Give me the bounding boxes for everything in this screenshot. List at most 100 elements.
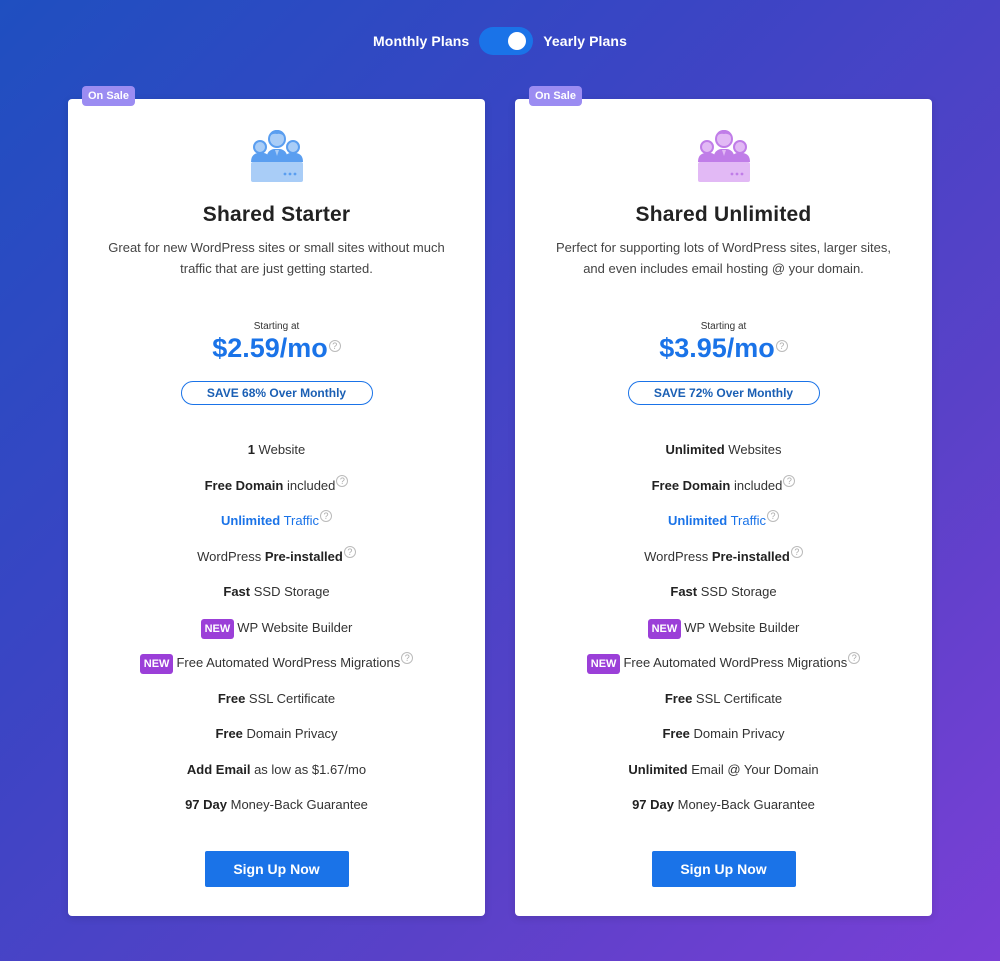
plan-toggle-row: Monthly Plans Yearly Plans xyxy=(0,27,1000,55)
feature-item: 97 Day Money-Back Guarantee xyxy=(68,793,485,829)
feature-item: NEW Free Automated WordPress Migrations? xyxy=(515,651,932,687)
feature-text: Traffic xyxy=(280,513,319,528)
feature-text: Domain Privacy xyxy=(689,726,785,741)
help-icon[interactable]: ? xyxy=(767,510,779,522)
feature-item: Unlimited Email @ Your Domain xyxy=(515,758,932,794)
starting-at-label: Starting at xyxy=(700,321,747,332)
feature-text: SSD Storage xyxy=(697,584,777,599)
feature-item: NEW Free Automated WordPress Migrations? xyxy=(68,651,485,687)
feature-list: 1 Website Free Domain included? Unlimited … xyxy=(68,438,485,829)
feature-text: Website xyxy=(254,442,306,457)
feature-highlight: 1 xyxy=(247,442,255,457)
feature-text: included xyxy=(730,477,783,493)
feature-text: SSD Storage xyxy=(250,584,330,599)
feature-item: Fast SSD Storage xyxy=(515,580,932,616)
feature-highlight: Free Domain xyxy=(204,477,284,493)
feature-text: SSL Certificate xyxy=(692,690,783,706)
new-tag: NEW xyxy=(586,654,621,674)
billing-period-switch[interactable] xyxy=(479,27,534,55)
feature-highlight: 97 Day xyxy=(632,797,674,812)
feature-highlight: Free Domain xyxy=(651,477,731,493)
sign-up-button[interactable]: Sign Up Now xyxy=(651,851,796,887)
plan-title: Shared Unlimited xyxy=(635,203,812,226)
feature-highlight: Fast xyxy=(223,584,251,599)
on-sale-badge: On Sale xyxy=(82,86,135,106)
feature-highlight: Unlimited xyxy=(665,442,725,457)
feature-text: Free Automated WordPress Migrations xyxy=(176,655,401,670)
feature-highlight: Unlimited xyxy=(667,513,728,528)
feature-highlight: Add Email xyxy=(186,761,251,777)
plan-card-shared-starter: On Sale Shared Starter Great for new Word… xyxy=(68,86,485,916)
feature-item: Fast SSD Storage xyxy=(68,580,485,616)
plan-price: $2.59/mo? xyxy=(68,333,485,364)
feature-highlight: Pre-installed xyxy=(264,548,343,564)
feature-item: WordPress Pre-installed? xyxy=(515,545,932,581)
feature-item: Add Email as low as $1.67/mo xyxy=(68,758,485,794)
new-tag: NEW xyxy=(139,654,174,674)
feature-item: Free Domain Privacy xyxy=(515,722,932,758)
new-tag: NEW xyxy=(647,618,682,639)
feature-text: Websites xyxy=(724,442,782,457)
help-icon[interactable]: ? xyxy=(336,474,349,487)
people-server-icon xyxy=(697,130,750,182)
yearly-plans-label[interactable]: Yearly Plans xyxy=(543,33,627,49)
plan-description: Great for new WordPress sites or small s… xyxy=(108,240,445,276)
plan-title: Shared Starter xyxy=(202,203,351,226)
feature-text: Free Automated WordPress Migrations xyxy=(623,655,848,670)
feature-item: Free SSL Certificate xyxy=(68,687,485,723)
feature-text: Traffic xyxy=(727,513,766,528)
feature-highlight: 97 Day xyxy=(185,797,227,812)
feature-list: Unlimited Websites Free Domain included? U… xyxy=(515,438,932,829)
new-tag: NEW xyxy=(200,618,235,639)
feature-highlight: Free xyxy=(662,726,690,741)
feature-highlight: Free xyxy=(217,690,246,706)
feature-item: NEW WP Website Builder xyxy=(515,616,932,652)
feature-text: as low as $1.67/mo xyxy=(250,761,367,777)
plan-price: $3.95/mo? xyxy=(515,333,932,364)
feature-text: WP Website Builder xyxy=(237,619,353,635)
feature-highlight: Pre-installed xyxy=(711,548,790,564)
savings-badge: SAVE 68% Over Monthly xyxy=(180,381,373,405)
feature-prefix: WordPress xyxy=(644,548,712,564)
monthly-plans-label[interactable]: Monthly Plans xyxy=(373,33,469,49)
help-icon[interactable]: ? xyxy=(783,474,796,487)
feature-prefix: WordPress xyxy=(197,548,265,564)
feature-item: Unlimited Traffic? xyxy=(515,509,932,545)
feature-highlight: Fast xyxy=(670,584,698,599)
starting-at-label: Starting at xyxy=(253,321,300,332)
feature-text: Email @ Your Domain xyxy=(687,761,819,777)
feature-highlight: Free xyxy=(215,726,243,741)
plan-description: Perfect for supporting lots of WordPress… xyxy=(555,240,891,276)
help-icon[interactable]: ? xyxy=(320,510,332,522)
feature-text: included xyxy=(283,477,336,493)
feature-text: WP Website Builder xyxy=(684,619,800,635)
help-icon[interactable]: ? xyxy=(848,652,861,664)
on-sale-badge: On Sale xyxy=(529,86,582,106)
price-value: $3.95/mo xyxy=(659,333,775,363)
help-icon[interactable]: ? xyxy=(328,340,341,352)
help-icon[interactable]: ? xyxy=(343,545,356,558)
feature-item: Free Domain included? xyxy=(68,474,485,510)
help-icon[interactable]: ? xyxy=(775,340,788,352)
feature-item: Free SSL Certificate xyxy=(515,687,932,723)
help-icon[interactable]: ? xyxy=(790,545,803,558)
feature-text: SSL Certificate xyxy=(245,690,336,706)
price-value: $2.59/mo xyxy=(212,333,328,363)
feature-item: Free Domain Privacy xyxy=(68,722,485,758)
feature-highlight: Unlimited xyxy=(628,761,688,777)
feature-item: Unlimited Websites xyxy=(515,438,932,474)
feature-item: 1 Website xyxy=(68,438,485,474)
sign-up-button[interactable]: Sign Up Now xyxy=(204,851,349,887)
feature-item: Unlimited Traffic? xyxy=(68,509,485,545)
plan-card-shared-unlimited: On Sale Shared Unlimited Perfect for supp… xyxy=(515,86,932,916)
feature-item: 97 Day Money-Back Guarantee xyxy=(515,793,932,829)
savings-badge: SAVE 72% Over Monthly xyxy=(627,381,820,405)
feature-item: NEW WP Website Builder xyxy=(68,616,485,652)
feature-highlight: Free xyxy=(664,690,693,706)
feature-text: Domain Privacy xyxy=(242,726,338,741)
feature-item: WordPress Pre-installed? xyxy=(68,545,485,581)
feature-highlight: Unlimited xyxy=(220,513,281,528)
switch-knob xyxy=(508,32,527,50)
people-server-icon xyxy=(250,130,303,182)
help-icon[interactable]: ? xyxy=(401,652,414,664)
